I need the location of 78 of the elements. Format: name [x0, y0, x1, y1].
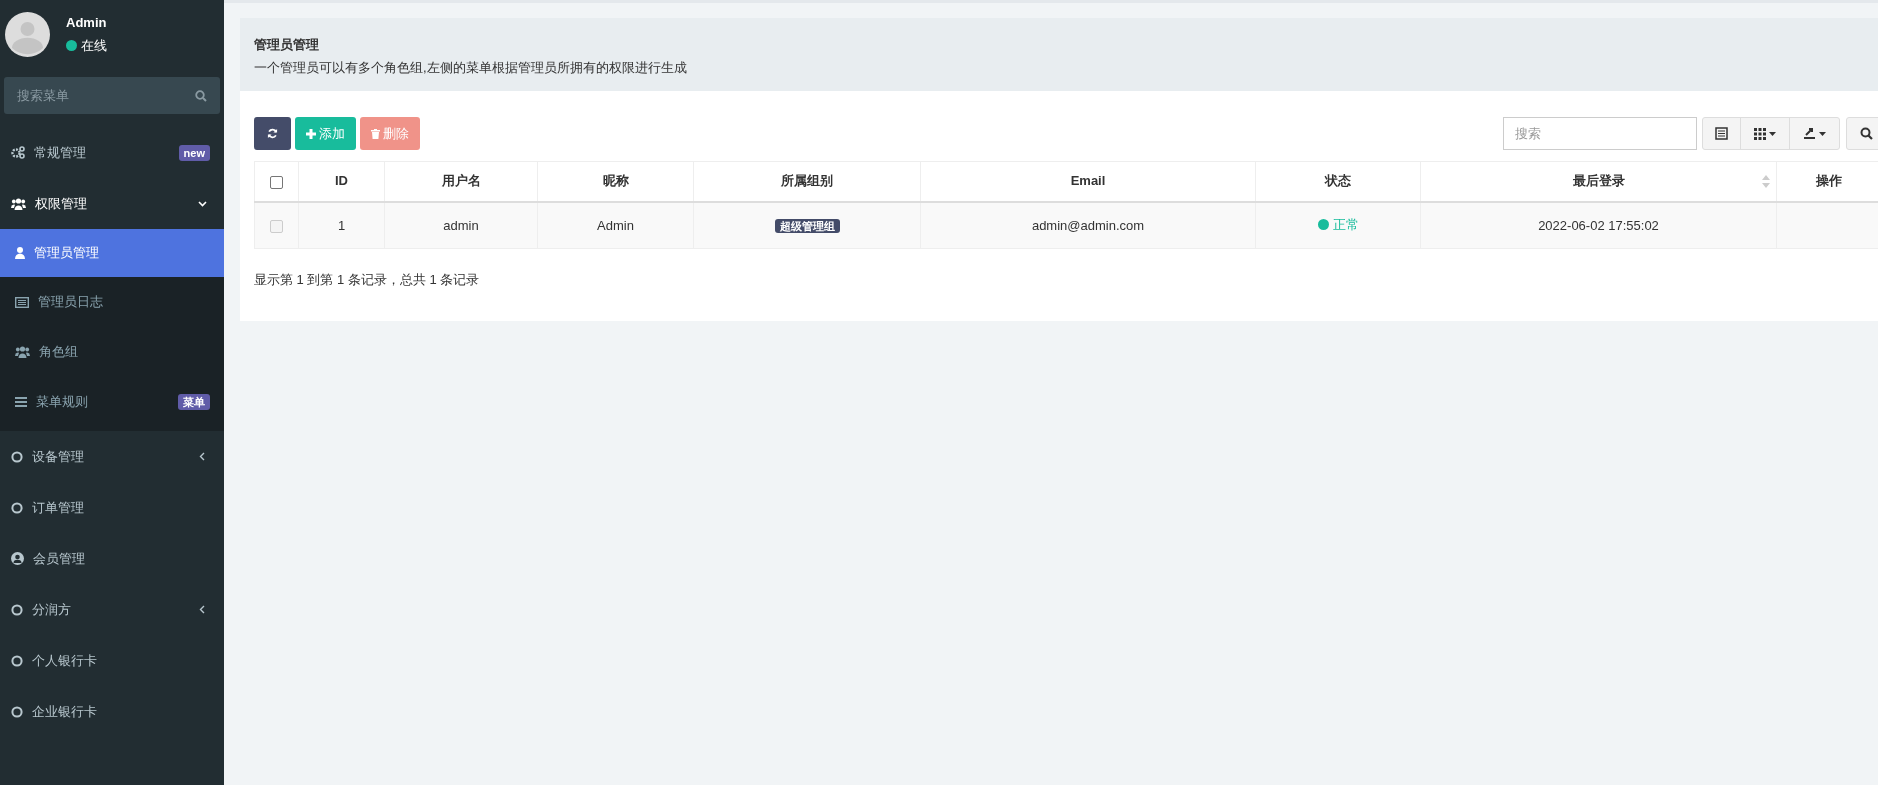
user-status: 在线	[81, 36, 107, 55]
menu-label: 菜单规则	[36, 393, 88, 412]
menu-item[interactable]: 权限管理	[0, 178, 224, 229]
menu-item[interactable]: 设备管理	[0, 431, 224, 482]
menu-label: 角色组	[39, 343, 78, 362]
menu-item[interactable]: 常规管理 new	[0, 127, 224, 178]
submenu-item[interactable]: 菜单规则 菜单	[0, 377, 224, 427]
menu-item[interactable]: 企业银行卡	[0, 686, 224, 737]
table-cell: admin	[443, 217, 479, 233]
plus-icon	[306, 128, 316, 139]
people-icon	[11, 197, 26, 210]
page-title: 管理员管理	[254, 36, 320, 54]
chevron-down-icon	[198, 200, 207, 207]
menu-label: 会员管理	[33, 549, 85, 568]
row-checkbox[interactable]	[270, 219, 283, 233]
menu-label: 分润方	[32, 600, 71, 619]
search-field[interactable]: 搜索	[1503, 117, 1697, 150]
menu-item[interactable]: 个人银行卡	[0, 635, 224, 686]
menu-label: 设备管理	[32, 447, 84, 466]
table-cell: 1	[337, 217, 346, 233]
menu-label: 权限管理	[35, 194, 87, 213]
status-text: 正常	[1332, 215, 1359, 234]
submenu-item[interactable]: 管理员日志	[0, 277, 224, 327]
menu-badge: new	[178, 144, 210, 161]
column-header: 昵称	[601, 172, 630, 191]
menu-badge: 菜单	[178, 394, 210, 410]
column-header: ID	[334, 172, 349, 191]
people-icon	[15, 346, 30, 358]
user-name: Admin	[66, 14, 107, 32]
circle-icon	[11, 501, 23, 514]
select-all-checkbox[interactable]	[270, 175, 283, 189]
chevron-left-icon	[199, 452, 205, 461]
avatar-icon	[5, 11, 50, 57]
menu-label: 订单管理	[32, 498, 84, 517]
column-header: 所属组别	[780, 172, 834, 191]
person-icon	[15, 247, 25, 259]
bars-icon	[15, 397, 27, 407]
menu-search-field[interactable]: 搜索菜单	[4, 77, 220, 114]
caret-icon	[1769, 131, 1776, 136]
table-cell: admin@admin.com	[1031, 217, 1145, 233]
table-cell: 2022-06-02 17:55:02	[1538, 217, 1659, 233]
page-description: 一个管理员可以有多个角色组,左侧的菜单根据管理员所拥有的权限进行生成	[254, 58, 688, 77]
export-icon	[1803, 127, 1816, 140]
refresh-button[interactable]	[254, 117, 291, 150]
submenu-item[interactable]: 管理员管理	[0, 229, 224, 277]
column-header[interactable]: 最后登录	[1421, 162, 1776, 201]
list-icon	[1715, 127, 1728, 140]
pagination-info: 显示第 1 到第 1 条记录，总共 1 条记录	[254, 272, 480, 287]
menu-item[interactable]: 订单管理	[0, 482, 224, 533]
menu-item[interactable]: 分润方	[0, 584, 224, 635]
search-icon	[195, 90, 207, 102]
menu-label: 企业银行卡	[32, 702, 97, 721]
search-icon	[1859, 127, 1873, 140]
user-circle-icon	[11, 552, 24, 565]
column-header: 操作	[1814, 172, 1843, 191]
circle-icon	[11, 705, 23, 718]
column-header: Email	[1069, 172, 1107, 191]
chevron-left-icon	[199, 605, 205, 614]
menu-item[interactable]: 会员管理	[0, 533, 224, 584]
circle-icon	[11, 654, 23, 667]
trash-icon	[371, 128, 380, 139]
caret-icon	[1819, 131, 1826, 136]
submenu-item[interactable]: 角色组	[0, 327, 224, 377]
search-button[interactable]	[1846, 117, 1878, 150]
table-cell: Admin	[597, 217, 634, 233]
column-header: 状态	[1323, 172, 1352, 191]
gears-icon	[11, 146, 25, 159]
circle-icon	[11, 603, 23, 616]
list-icon	[15, 296, 29, 308]
column-header: 用户名	[440, 172, 482, 191]
menu-label: 常规管理	[34, 143, 86, 162]
menu-label: 个人银行卡	[32, 651, 97, 670]
circle-icon	[11, 450, 23, 463]
menu-label: 管理员日志	[38, 293, 103, 312]
grid-icon	[1754, 127, 1766, 140]
group-badge: 超级管理组	[774, 218, 840, 233]
menu-label: 管理员管理	[34, 244, 99, 263]
refresh-icon	[267, 128, 278, 139]
